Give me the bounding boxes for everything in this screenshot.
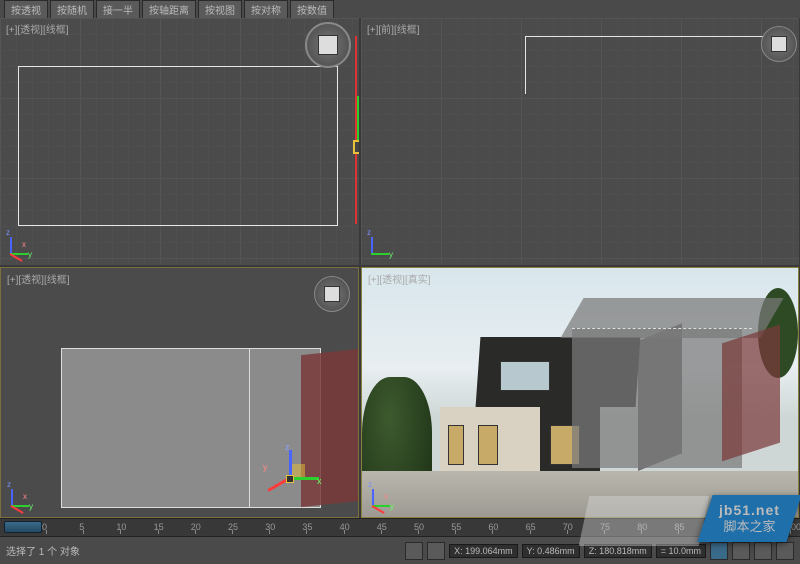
watermark-text: 脚本之家 bbox=[719, 519, 780, 536]
viewport-label[interactable]: [+][透视][线框] bbox=[7, 271, 70, 286]
snap-btn-1[interactable]: 按随机 bbox=[50, 0, 94, 19]
watermark-url: jb51.net bbox=[719, 501, 780, 519]
axis-label-x: x bbox=[384, 492, 388, 501]
gizmo-label-x: y bbox=[263, 462, 268, 472]
nav-btn[interactable] bbox=[776, 542, 794, 560]
timeline-tick-label: 70 bbox=[563, 522, 573, 532]
wire-lines[interactable] bbox=[525, 36, 795, 94]
coord-y[interactable]: Y: 0.486mm bbox=[522, 544, 580, 558]
coord-x[interactable]: X: 199.064mm bbox=[449, 544, 518, 558]
transform-gizmo[interactable]: z x y bbox=[261, 448, 321, 508]
viewport-label[interactable]: [+][透视][线框] bbox=[6, 21, 69, 36]
timeline-tick-label: 5 bbox=[79, 522, 84, 532]
timeline-tick-label: 55 bbox=[451, 522, 461, 532]
gizmo-label-y: x bbox=[317, 476, 322, 486]
timeline-tick-label: 45 bbox=[377, 522, 387, 532]
axis-label-z: z bbox=[367, 228, 371, 237]
timeline-tick-label: 20 bbox=[191, 522, 201, 532]
snap-btn-0[interactable]: 按透视 bbox=[4, 0, 48, 19]
timeline-tick-label: 30 bbox=[265, 522, 275, 532]
viewport-bottom-left[interactable]: [+][透视][线框] z x y z y x bbox=[0, 267, 359, 518]
wire-edge-green bbox=[357, 96, 359, 140]
axis-label-z: z bbox=[7, 480, 11, 489]
transform-handle[interactable] bbox=[353, 140, 359, 154]
lock-icon[interactable] bbox=[427, 542, 445, 560]
snap-btn-4[interactable]: 按视图 bbox=[198, 0, 242, 19]
axis-label-z: z bbox=[6, 228, 10, 237]
viewport-quad: [+][透视][线框] z y x [+][前][线框] z y [+][透视]… bbox=[0, 18, 800, 518]
box-edge bbox=[572, 328, 752, 329]
axis-tripod: z y x bbox=[7, 481, 37, 511]
time-slider-handle[interactable] bbox=[4, 521, 42, 533]
nav-btn[interactable] bbox=[754, 542, 772, 560]
viewport-top-right[interactable]: [+][前][线框] z y bbox=[361, 18, 799, 265]
timeline-tick-label: 15 bbox=[154, 522, 164, 532]
axis-tripod: z y x bbox=[368, 481, 398, 511]
box-edge bbox=[249, 348, 250, 508]
axis-label-y: y bbox=[390, 502, 394, 511]
selection-status: 选择了 1 个 对象 bbox=[6, 543, 80, 558]
snap-btn-6[interactable]: 按数值 bbox=[290, 0, 334, 19]
key-filter-icon[interactable] bbox=[405, 542, 423, 560]
watermark: jb51.net 脚本之家 bbox=[705, 495, 794, 542]
nav-btn[interactable] bbox=[710, 542, 728, 560]
nav-btn[interactable] bbox=[732, 542, 750, 560]
timeline-tick-label: 0 bbox=[42, 522, 47, 532]
snap-toolbar: 按透视 按随机 接一半 按轴距离 按视图 按对称 按数值 bbox=[0, 0, 800, 18]
axis-label-z: z bbox=[368, 480, 372, 489]
timeline-tick-label: 35 bbox=[302, 522, 312, 532]
gizmo-label-z: z bbox=[285, 442, 290, 452]
timeline-tick-label: 40 bbox=[340, 522, 350, 532]
axis-tripod: z y x bbox=[6, 229, 36, 259]
wire-rectangle[interactable] bbox=[18, 66, 338, 226]
axis-label-x: x bbox=[23, 492, 27, 501]
axis-tripod: z y bbox=[367, 229, 397, 259]
timeline-tick-label: 10 bbox=[116, 522, 126, 532]
axis-label-y: y bbox=[28, 250, 32, 259]
timeline-tick-label: 50 bbox=[414, 522, 424, 532]
axis-label-y: y bbox=[389, 250, 393, 259]
viewcube[interactable] bbox=[305, 22, 351, 68]
snap-btn-5[interactable]: 按对称 bbox=[244, 0, 288, 19]
viewcube[interactable] bbox=[314, 276, 350, 312]
box-face-selected bbox=[722, 325, 780, 462]
mesh-box[interactable] bbox=[572, 298, 792, 488]
snap-btn-3[interactable]: 按轴距离 bbox=[142, 0, 196, 19]
axis-label-x: x bbox=[22, 240, 26, 249]
viewcube[interactable] bbox=[761, 26, 797, 62]
axis-label-y: y bbox=[29, 502, 33, 511]
viewport-label[interactable]: [+][透视][真实] bbox=[368, 271, 431, 286]
timeline-tick-label: 25 bbox=[228, 522, 238, 532]
viewport-label[interactable]: [+][前][线框] bbox=[367, 21, 420, 36]
timeline-tick-label: 65 bbox=[526, 522, 536, 532]
box-face-front bbox=[572, 328, 742, 468]
timeline-tick-label: 60 bbox=[488, 522, 498, 532]
viewport-top-left[interactable]: [+][透视][线框] z y x bbox=[0, 18, 359, 265]
gizmo-center[interactable] bbox=[286, 475, 294, 483]
viewport-bottom-right[interactable]: [+][透视][真实] z z y x bbox=[361, 267, 799, 518]
snap-btn-2[interactable]: 接一半 bbox=[96, 0, 140, 19]
